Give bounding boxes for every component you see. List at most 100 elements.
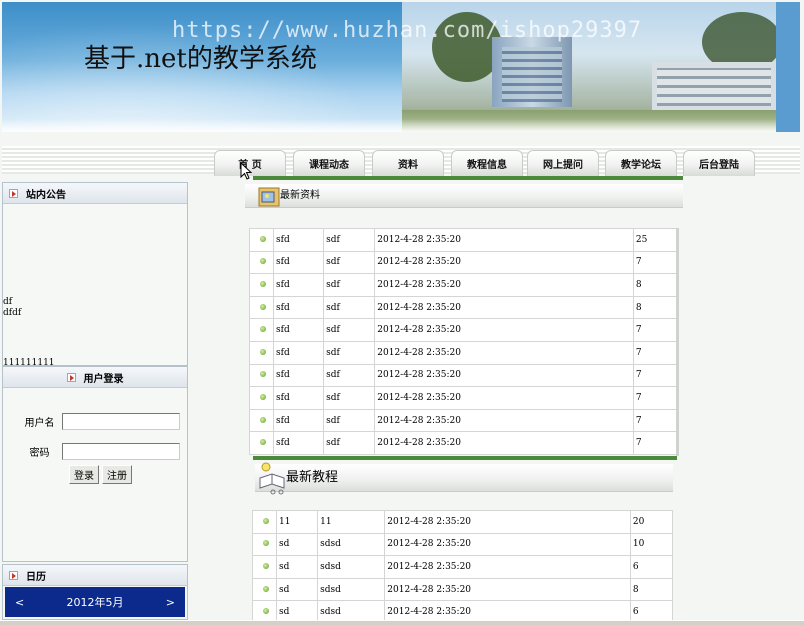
row-bullet-icon (248, 340, 275, 365)
row-bullet-icon (248, 318, 275, 342)
tab-forum[interactable]: 教学论坛 (605, 150, 677, 176)
row-author: sdf (323, 431, 376, 455)
row-title[interactable]: 11 (276, 510, 319, 534)
row-author: sdf (323, 408, 376, 433)
table-row[interactable]: sd sdsd 2012-4-28 2:35:20 8 (251, 577, 674, 602)
row-title[interactable]: sfd (273, 318, 325, 342)
username-input[interactable] (62, 413, 180, 430)
row-count: 6 (629, 555, 674, 579)
row-title[interactable]: sfd (273, 250, 325, 275)
row-author: sdf (323, 295, 376, 320)
row-author: sdf (323, 340, 376, 365)
tab-materials[interactable]: 资料 (372, 150, 444, 176)
row-count: 25 (632, 228, 678, 252)
row-date: 2012-4-28 2:35:20 (374, 408, 634, 433)
table-row[interactable]: sfd sdf 2012-4-28 2:35:20 7 (248, 318, 678, 342)
row-title[interactable]: sfd (273, 228, 325, 252)
row-bullet-icon (248, 295, 275, 320)
tab-ask-online[interactable]: 网上提问 (527, 150, 599, 176)
materials-table: sfd sdf 2012-4-28 2:35:20 25 sfd sdf 2012-4-28… (248, 228, 678, 455)
password-label: 密码 (29, 448, 50, 459)
row-title[interactable]: sfd (273, 295, 325, 320)
row-date: 2012-4-28 2:35:20 (374, 363, 634, 388)
row-bullet-icon (248, 363, 275, 388)
notice-title: 站内公告 (26, 189, 66, 201)
tab-course-news[interactable]: 课程动态 (293, 150, 365, 176)
row-title[interactable]: sd (276, 577, 319, 602)
prev-month-button[interactable]: < (15, 596, 24, 609)
arrow-bullet-icon (9, 188, 18, 198)
username-row: 用户名 (17, 413, 180, 430)
row-title[interactable]: sfd (273, 340, 325, 365)
row-author: sdsd (317, 577, 386, 602)
row-bullet-icon (248, 408, 275, 433)
tutorials-table: 11 11 2012-4-28 2:35:20 20 sd sdsd 2012-4-28 2… (251, 510, 674, 624)
banner-sheen (2, 119, 776, 132)
table-row[interactable]: sfd sdf 2012-4-28 2:35:20 7 (248, 408, 678, 433)
row-count: 7 (632, 250, 678, 275)
notice-body: df dfdf (3, 297, 21, 319)
table-row[interactable]: sfd sdf 2012-4-28 2:35:20 7 (248, 386, 678, 410)
table-row[interactable]: sd sdsd 2012-4-28 2:35:20 6 (251, 555, 674, 579)
row-count: 8 (629, 577, 674, 602)
table-row[interactable]: sfd sdf 2012-4-28 2:35:20 7 (248, 340, 678, 365)
row-date: 2012-4-28 2:35:20 (374, 386, 634, 410)
row-title[interactable]: sd (276, 532, 319, 557)
table-row[interactable]: sfd sdf 2012-4-28 2:35:20 8 (248, 273, 678, 297)
table-row[interactable]: sfd sdf 2012-4-28 2:35:20 7 (248, 431, 678, 455)
row-author: sdsd (317, 532, 386, 557)
table-row[interactable]: sfd sdf 2012-4-28 2:35:20 8 (248, 295, 678, 320)
notice-header: 站内公告 (3, 183, 187, 204)
next-month-button[interactable]: > (166, 596, 175, 609)
calendar-header: 日历 (3, 565, 187, 586)
row-author: sdsd (317, 555, 386, 579)
calendar-month-label: 2012年5月 (66, 596, 124, 609)
row-title[interactable]: sfd (273, 363, 325, 388)
row-date: 2012-4-28 2:35:20 (374, 295, 634, 320)
row-count: 10 (629, 532, 674, 557)
tab-admin-login[interactable]: 后台登陆 (683, 150, 755, 176)
row-author: sdf (323, 273, 376, 297)
row-title[interactable]: sfd (273, 273, 325, 297)
table-row[interactable]: sfd sdf 2012-4-28 2:35:20 7 (248, 250, 678, 275)
login-button[interactable]: 登录 (69, 465, 99, 484)
row-title[interactable]: sd (276, 555, 319, 579)
username-label: 用户名 (24, 418, 55, 429)
row-title[interactable]: sfd (273, 386, 325, 410)
row-count: 7 (632, 363, 678, 388)
table-row[interactable]: sfd sdf 2012-4-28 2:35:20 7 (248, 363, 678, 388)
register-button[interactable]: 注册 (102, 465, 132, 484)
row-count: 7 (632, 318, 678, 342)
row-date: 2012-4-28 2:35:20 (384, 510, 631, 534)
table-row[interactable]: 11 11 2012-4-28 2:35:20 20 (251, 510, 674, 534)
row-count: 20 (629, 510, 674, 534)
table-row[interactable]: sfd sdf 2012-4-28 2:35:20 25 (248, 228, 678, 252)
row-author: sdf (323, 318, 376, 342)
row-count: 7 (632, 386, 678, 410)
row-title[interactable]: sfd (273, 431, 325, 455)
row-date: 2012-4-28 2:35:20 (374, 340, 634, 365)
tab-tutorials[interactable]: 教程信息 (451, 150, 523, 176)
tutorials-title: 最新教程 (286, 470, 339, 485)
row-title[interactable]: sfd (273, 408, 325, 433)
row-count: 8 (632, 273, 678, 297)
login-header: 用户登录 (3, 367, 187, 388)
table-row[interactable]: sd sdsd 2012-4-28 2:35:20 10 (251, 532, 674, 557)
password-input[interactable] (62, 443, 180, 460)
row-date: 2012-4-28 2:35:20 (374, 431, 634, 455)
arrow-bullet-icon (9, 570, 18, 580)
row-date: 2012-4-28 2:35:20 (374, 250, 634, 275)
row-bullet-icon (248, 386, 275, 410)
materials-title: 最新资料 (280, 190, 320, 201)
building-windows (657, 68, 771, 106)
row-bullet-icon (251, 577, 278, 602)
row-bullet-icon (248, 228, 275, 252)
row-date: 2012-4-28 2:35:20 (374, 318, 634, 342)
section-divider (253, 456, 677, 460)
row-date: 2012-4-28 2:35:20 (384, 555, 631, 579)
row-count: 7 (632, 340, 678, 365)
book-bulb-icon (258, 462, 286, 498)
building-windows (502, 47, 562, 102)
row-bullet-icon (251, 532, 278, 557)
calendar-panel: 日历 < 2012年5月 > (2, 564, 188, 620)
